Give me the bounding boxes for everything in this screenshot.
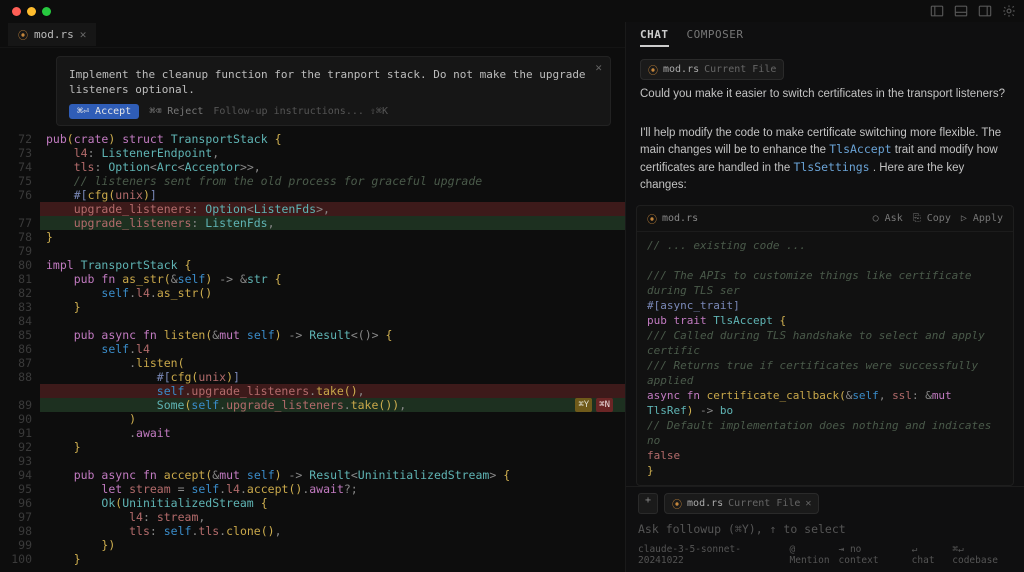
mention-button[interactable]: @ Mention <box>790 544 839 566</box>
accept-button[interactable]: ⌘⏎ Accept <box>69 104 139 119</box>
line-number: 85 <box>0 328 40 342</box>
context-file-pill[interactable]: ⦿ mod.rs Current File ✕ <box>664 493 819 514</box>
assistant-message: I'll help modify the code to make certif… <box>626 125 1024 198</box>
line-number: 87 <box>0 356 40 370</box>
line-number: 98 <box>0 524 40 538</box>
close-inline-chat-icon[interactable]: ✕ <box>595 61 602 74</box>
line-number <box>0 202 40 216</box>
code-editor[interactable]: 72pub(crate) struct TransportStack { 73 … <box>0 132 625 566</box>
close-tab-icon[interactable]: ✕ <box>80 28 87 41</box>
line-number: 95 <box>0 482 40 496</box>
line-number: 77 <box>0 216 40 230</box>
rust-file-icon: ⦿ <box>648 62 658 77</box>
suggested-code-card: ⦿ mod.rs ○ Ask ⎘ Copy ▷ Apply // ... exis… <box>636 205 1014 486</box>
ask-button[interactable]: ○ Ask <box>873 213 903 224</box>
remove-context-icon[interactable]: ✕ <box>805 498 811 509</box>
line-number: 96 <box>0 496 40 510</box>
inline-chat-box: ✕ Implement the cleanup function for the… <box>56 56 611 126</box>
chat-input-area: + ⦿ mod.rs Current File ✕ Ask followup (… <box>626 486 1024 572</box>
user-message: Could you make it easier to switch certi… <box>626 86 1024 107</box>
line-number: 79 <box>0 244 40 258</box>
reject-button[interactable]: ⌘⌫ Reject <box>149 106 203 117</box>
line-number: 75 <box>0 174 40 188</box>
rust-file-icon: ⦿ <box>672 496 682 511</box>
rust-file-icon: ⦿ <box>18 27 28 42</box>
editor-tab-bar: ⦿ mod.rs ✕ <box>0 22 625 48</box>
traffic-lights <box>12 7 51 16</box>
line-number: 99 <box>0 538 40 552</box>
context-file-pill[interactable]: ⦿ mod.rs Current File <box>640 59 784 80</box>
context-file-note: Current File <box>704 64 776 75</box>
line-number: 92 <box>0 440 40 454</box>
minimize-window-icon[interactable] <box>27 7 36 16</box>
line-number: 80 <box>0 258 40 272</box>
gear-icon[interactable] <box>1002 4 1016 18</box>
line-number: 94 <box>0 468 40 482</box>
line-number: 84 <box>0 314 40 328</box>
line-number: 100 <box>0 552 40 566</box>
line-number: 81 <box>0 272 40 286</box>
accept-hunk-badge[interactable]: ⌘Y <box>575 398 592 412</box>
model-selector[interactable]: claude-3-5-sonnet-20241022 <box>638 544 780 566</box>
layout-panel-right-icon[interactable] <box>978 4 992 18</box>
code-card-filename: mod.rs <box>662 213 698 224</box>
chat-tabs: CHAT COMPOSER <box>626 22 1024 53</box>
line-number: 83 <box>0 300 40 314</box>
chat-send-hint[interactable]: ↵ chat <box>912 544 945 566</box>
reject-hunk-badge[interactable]: ⌘N <box>596 398 613 412</box>
close-window-icon[interactable] <box>12 7 21 16</box>
inline-chat-instruction: Implement the cleanup function for the t… <box>69 67 598 98</box>
layout-panel-left-icon[interactable] <box>930 4 944 18</box>
copy-button[interactable]: ⎘ Copy <box>913 213 951 224</box>
line-number: 72 <box>0 132 40 146</box>
line-number <box>0 384 40 398</box>
apply-button[interactable]: ▷ Apply <box>961 213 1003 224</box>
line-number: 88 <box>0 370 40 384</box>
maximize-window-icon[interactable] <box>42 7 51 16</box>
line-number: 82 <box>0 286 40 300</box>
add-context-button[interactable]: + <box>638 493 658 514</box>
line-number: 93 <box>0 454 40 468</box>
titlebar <box>0 0 1024 22</box>
line-number: 91 <box>0 426 40 440</box>
tab-chat[interactable]: CHAT <box>640 28 669 47</box>
titlebar-actions <box>930 4 1016 18</box>
line-number: 78 <box>0 230 40 244</box>
line-number: 76 <box>0 188 40 202</box>
line-number: 74 <box>0 160 40 174</box>
rust-file-icon: ⦿ <box>647 211 657 226</box>
tab-composer[interactable]: COMPOSER <box>687 28 744 47</box>
line-number: 90 <box>0 412 40 426</box>
line-number: 89 <box>0 398 40 412</box>
followup-placeholder: Follow-up instructions... ⇧⌘K <box>213 106 388 117</box>
editor-tab[interactable]: ⦿ mod.rs ✕ <box>8 23 96 46</box>
line-number: 86 <box>0 342 40 356</box>
codebase-hint[interactable]: ⌘↵ codebase <box>952 544 1012 566</box>
no-context-hint[interactable]: ⇥ no context <box>839 544 904 566</box>
code-card-body: // ... existing code ... /// The APIs to… <box>637 232 1013 486</box>
layout-panel-bottom-icon[interactable] <box>954 4 968 18</box>
tab-filename: mod.rs <box>34 28 74 41</box>
line-number: 97 <box>0 510 40 524</box>
chat-input[interactable]: Ask followup (⌘Y), ↑ to select <box>638 518 1012 540</box>
line-number: 73 <box>0 146 40 160</box>
context-file-name: mod.rs <box>663 64 699 75</box>
